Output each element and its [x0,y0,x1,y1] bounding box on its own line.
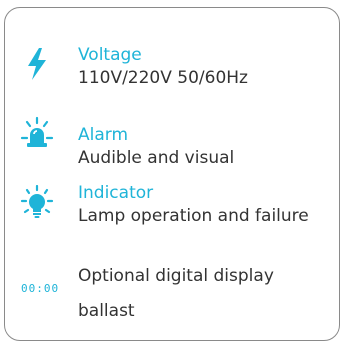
feature-description: Audible and visual [78,148,235,168]
digital-display-icon: 00:00 [21,282,60,295]
alarm-siren-icon [19,116,55,152]
lightning-icon [19,46,55,82]
feature-description: 110V/220V 50/60Hz [78,68,248,88]
optional-line-1: Optional digital display [78,266,274,286]
feature-description: Lamp operation and failure [78,206,309,226]
optional-line-2: ballast [78,301,135,321]
feature-title: Alarm [78,125,129,145]
features-card: Voltage 110V/220V 50/60Hz Alarm Audible … [4,7,340,341]
feature-title: Voltage [78,45,142,65]
feature-title: Indicator [78,183,154,203]
light-bulb-icon [19,185,55,221]
